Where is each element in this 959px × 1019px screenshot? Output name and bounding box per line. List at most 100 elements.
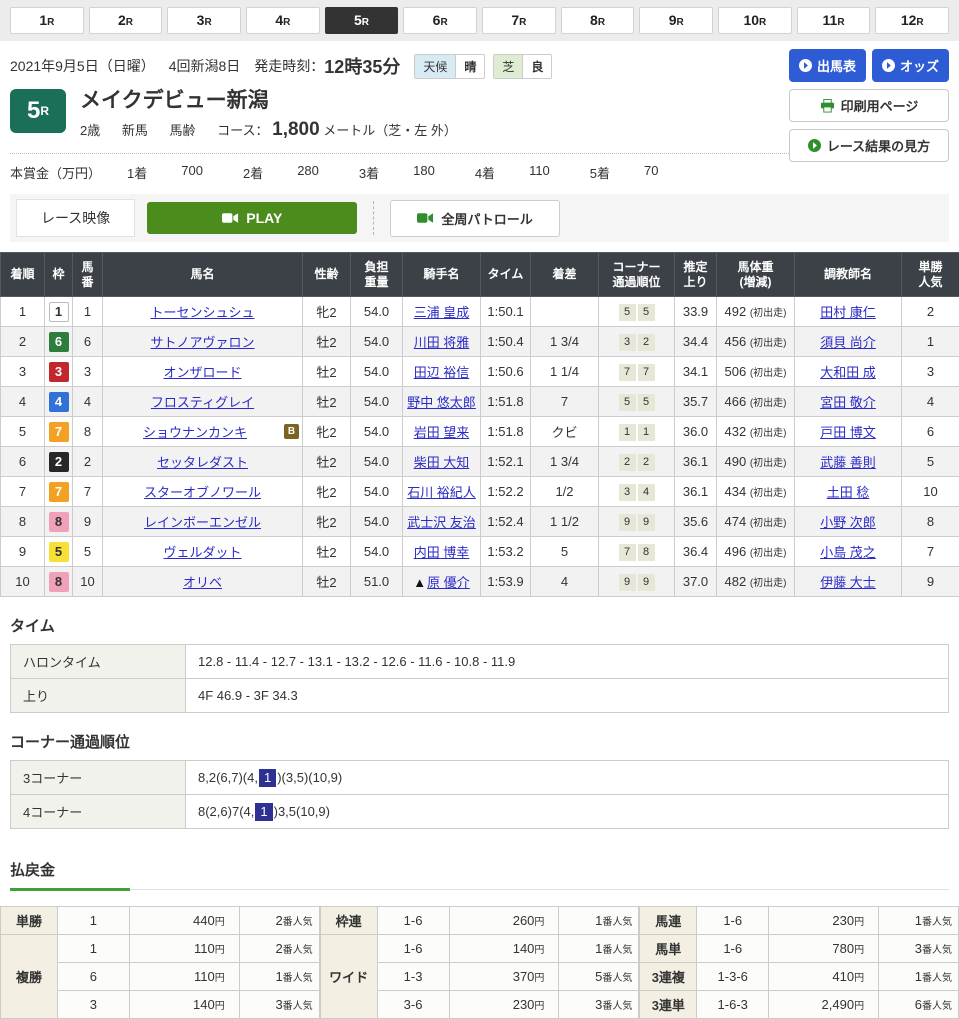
race-tab-3R[interactable]: 3R — [167, 7, 241, 34]
finish-position: 8 — [1, 507, 45, 537]
play-button[interactable]: PLAY — [147, 202, 357, 234]
corner-position: 5 — [619, 394, 636, 411]
margin: クビ — [531, 417, 599, 447]
body-weight-cell: 490 (初出走) — [717, 447, 795, 477]
jockey-cell: 武士沢 友治 — [403, 507, 481, 537]
body-weight-note: (初出走) — [750, 548, 787, 559]
race-tab-4R[interactable]: 4R — [246, 7, 320, 34]
corner3-post: )(3,5)(10,9) — [277, 770, 342, 785]
results-header-cell: 騎手名 — [403, 253, 481, 297]
trainer-link[interactable]: 小野 次郎 — [820, 515, 876, 530]
race-tab-1R[interactable]: 1R — [10, 7, 84, 34]
final-time-value: 4F 46.9 - 3F 34.3 — [186, 679, 949, 713]
payout-combination: 1-6-3 — [697, 991, 769, 1019]
yen-suffix: 円 — [534, 1001, 544, 1012]
finish-position: 4 — [1, 387, 45, 417]
arrow-circle-icon — [808, 139, 821, 152]
print-page-button[interactable]: 印刷用ページ — [789, 89, 949, 122]
trainer-link[interactable]: 武藤 善則 — [820, 455, 876, 470]
body-weight-note: (初出走) — [750, 458, 787, 469]
corner-positions-cell: 22 — [599, 447, 675, 477]
race-video-row: レース映像 PLAY 全周パトロール — [10, 194, 949, 242]
odds-button[interactable]: オッズ — [872, 49, 949, 82]
race-tab-suffix: R — [519, 17, 526, 28]
horse-name-link[interactable]: レインボーエンゼル — [144, 515, 261, 530]
finish-position: 3 — [1, 357, 45, 387]
horse-name-link[interactable]: トーセンシュシュ — [150, 305, 254, 320]
jockey-link[interactable]: 武士沢 友治 — [407, 515, 476, 530]
race-tab-2R[interactable]: 2R — [89, 7, 163, 34]
bet-type-label: 3連複 — [640, 963, 697, 991]
results-header-cell: 枠 — [45, 253, 73, 297]
entries-button[interactable]: 出馬表 — [789, 49, 866, 82]
corner-position: 2 — [638, 454, 655, 471]
results-guide-button[interactable]: レース結果の見方 — [789, 129, 949, 162]
last-3f: 33.9 — [675, 297, 717, 327]
jockey-link[interactable]: 石川 裕紀人 — [407, 485, 476, 500]
corner-position: 3 — [619, 334, 636, 351]
race-tab-6R[interactable]: 6R — [403, 7, 477, 34]
trainer-link[interactable]: 小島 茂之 — [820, 545, 876, 560]
results-header-cell: コーナー 通過順位 — [599, 253, 675, 297]
race-tab-10R[interactable]: 10R — [718, 7, 792, 34]
carried-weight: 51.0 — [351, 567, 403, 597]
race-tab-suffix: R — [837, 17, 844, 28]
jockey-link[interactable]: 柴田 大知 — [414, 455, 470, 470]
bet-type-label: 3連単 — [640, 991, 697, 1019]
jockey-link[interactable]: 田辺 裕信 — [414, 365, 470, 380]
horse-name-link[interactable]: ヴェルダット — [163, 545, 241, 560]
margin — [531, 297, 599, 327]
trainer-cell: 小野 次郎 — [795, 507, 902, 537]
body-weight-cell: 496 (初出走) — [717, 537, 795, 567]
race-tab-5R[interactable]: 5R — [325, 7, 399, 34]
trainer-link[interactable]: 田村 康仁 — [820, 305, 876, 320]
race-tab-8R[interactable]: 8R — [561, 7, 635, 34]
horse-name-link[interactable]: ショウナンカンキ — [143, 425, 247, 440]
yen-suffix: 円 — [215, 945, 225, 956]
race-number-box: 5R — [10, 89, 66, 133]
favorite-number: 2 — [275, 913, 282, 928]
trainer-link[interactable]: 宮田 敬介 — [820, 395, 876, 410]
horse-name-cell: フロスティグレイ — [103, 387, 303, 417]
payout-row: ワイド1-6140円1番人気 — [320, 935, 639, 963]
prize-amount: 180 — [413, 163, 435, 182]
margin: 1 1/2 — [531, 507, 599, 537]
result-row: 889レインボーエンゼル牝254.0武士沢 友治1:52.41 1/29935.… — [1, 507, 959, 537]
race-tab-12R[interactable]: 12R — [875, 7, 949, 34]
jockey-link[interactable]: 岩田 望来 — [414, 425, 470, 440]
payout-amount: 370円 — [449, 963, 559, 991]
horse-name-link[interactable]: オリベ — [183, 575, 222, 590]
race-number-suffix: R — [40, 104, 49, 118]
payout-amount-number: 110 — [194, 941, 215, 956]
race-tab-11R[interactable]: 11R — [797, 7, 871, 34]
jockey-link[interactable]: 内田 博幸 — [414, 545, 470, 560]
payout-amount-number: 140 — [193, 997, 215, 1012]
body-weight: 492 — [725, 304, 750, 319]
race-tab-9R[interactable]: 9R — [639, 7, 713, 34]
payout-amount: 230円 — [769, 907, 879, 935]
horse-name-link[interactable]: オンザロード — [163, 365, 241, 380]
body-weight-note: (初出走) — [750, 488, 787, 499]
jockey-link[interactable]: 三浦 皇成 — [414, 305, 470, 320]
favorite-suffix: 番人気 — [602, 973, 632, 984]
jockey-link[interactable]: 野中 悠太郎 — [407, 395, 476, 410]
trainer-link[interactable]: 須貝 尚介 — [820, 335, 876, 350]
jockey-link[interactable]: 原 優介 — [427, 575, 470, 590]
horse-name-link[interactable]: セッタレダスト — [157, 455, 248, 470]
bracket-cell: 8 — [45, 567, 73, 597]
horse-name-link[interactable]: フロスティグレイ — [151, 395, 254, 410]
course-label: コース： — [217, 123, 268, 138]
trainer-link[interactable]: 戸田 博文 — [820, 425, 876, 440]
race-tab-suffix: R — [362, 17, 369, 28]
patrol-video-button[interactable]: 全周パトロール — [390, 200, 559, 237]
trainer-link[interactable]: 土田 稔 — [827, 485, 870, 500]
race-tab-7R[interactable]: 7R — [482, 7, 556, 34]
horse-name-link[interactable]: サトノアヴァロン — [150, 335, 254, 350]
results-header-cell: 馬名 — [103, 253, 303, 297]
trainer-link[interactable]: 伊藤 大士 — [820, 575, 876, 590]
trainer-link[interactable]: 大和田 成 — [820, 365, 876, 380]
horse-name-link[interactable]: スターオブノワール — [144, 485, 261, 500]
corner-positions-cell: 99 — [599, 567, 675, 597]
jockey-link[interactable]: 川田 将雅 — [414, 335, 470, 350]
body-weight: 490 — [725, 454, 750, 469]
